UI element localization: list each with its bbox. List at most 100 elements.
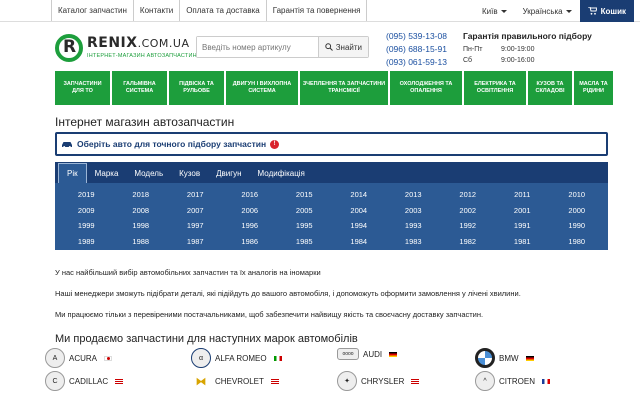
tab-body[interactable]: Кузов (171, 163, 208, 183)
brand-alfa-romeo[interactable]: α ALFA ROMEO (191, 348, 282, 368)
menu-item-cooling[interactable]: Охолодження та опалення (390, 71, 462, 105)
car-icon (62, 142, 72, 148)
chevron-down-icon (500, 9, 507, 13)
year-option[interactable]: 1997 (168, 218, 223, 234)
year-option[interactable]: 1990 (550, 218, 605, 234)
year-option[interactable]: 1984 (332, 234, 387, 250)
year-option[interactable]: 2003 (386, 203, 441, 219)
logo-tagline: ІНТЕРНЕТ-МАГАЗИН АВТОЗАПЧАСТИН (87, 53, 197, 59)
italy-flag-icon (273, 355, 282, 361)
year-option[interactable]: 2015 (277, 187, 332, 203)
brand-bmw[interactable]: BMW (475, 348, 534, 368)
year-option[interactable]: 1996 (223, 218, 278, 234)
citroen-logo-icon: ^ (475, 371, 495, 391)
year-option[interactable]: 2000 (550, 203, 605, 219)
topnav-item-catalog[interactable]: Каталог запчастин (51, 0, 134, 21)
language-label: Українська (522, 6, 563, 16)
usa-flag-icon (115, 378, 124, 384)
year-option[interactable]: 1994 (332, 218, 387, 234)
acura-logo-icon: A (45, 348, 65, 368)
topnav-item-payment[interactable]: Оплата та доставка (180, 0, 267, 21)
logo-mark (55, 34, 83, 62)
year-option[interactable]: 2009 (59, 203, 114, 219)
phone-list: (095) 539-13-08 (096) 688-15-91 (093) 06… (386, 30, 447, 69)
topnav-item-contacts[interactable]: Контакти (134, 0, 181, 21)
year-option[interactable]: 1988 (114, 234, 169, 250)
menu-item-oils[interactable]: Масла та рідини (574, 71, 613, 105)
brand-citroen[interactable]: ^ CITROEN (475, 371, 550, 391)
tab-year[interactable]: Рік (58, 163, 87, 183)
alert-icon: ! (270, 139, 280, 149)
page-title: Інтернет магазин автозапчастин (55, 115, 235, 129)
year-option[interactable]: 1983 (386, 234, 441, 250)
menu-item-suspension[interactable]: Підвіска та рульове (169, 71, 224, 105)
year-option[interactable]: 1993 (386, 218, 441, 234)
cart-label: Кошик (600, 6, 626, 16)
year-option[interactable]: 2002 (441, 203, 496, 219)
tab-model[interactable]: Модель (126, 163, 171, 183)
choose-car-bar[interactable]: Оберіть авто для точного підбору запчаст… (55, 132, 608, 156)
year-option[interactable]: 2010 (550, 187, 605, 203)
year-option[interactable]: 1982 (441, 234, 496, 250)
year-option[interactable]: 2007 (168, 203, 223, 219)
site-logo[interactable]: RENIX.COM.UA ІНТЕРНЕТ-МАГАЗИН АВТОЗАПЧАС… (55, 34, 197, 74)
year-option[interactable]: 2012 (441, 187, 496, 203)
year-option[interactable]: 1980 (550, 234, 605, 250)
chrysler-logo-icon: ✦ (337, 371, 357, 391)
year-option[interactable]: 2006 (223, 203, 278, 219)
year-option[interactable]: 2008 (114, 203, 169, 219)
year-option[interactable]: 2011 (495, 187, 550, 203)
japan-flag-icon (104, 355, 113, 361)
brand-audi[interactable]: oooo AUDI (337, 348, 398, 360)
year-option[interactable]: 1991 (495, 218, 550, 234)
year-option[interactable]: 1987 (168, 234, 223, 250)
year-option[interactable]: 1992 (441, 218, 496, 234)
cart-button[interactable]: Кошик (579, 0, 634, 22)
tab-modification[interactable]: Модифікація (250, 163, 313, 183)
year-option[interactable]: 2018 (114, 187, 169, 203)
search-input[interactable] (197, 37, 318, 57)
year-option[interactable]: 1985 (277, 234, 332, 250)
topnav-item-guarantee[interactable]: Гарантія та повернення (267, 0, 368, 21)
year-option[interactable]: 2014 (332, 187, 387, 203)
top-right: Київ Українська Кошик (474, 0, 634, 22)
brand-chrysler[interactable]: ✦ CHRYSLER (337, 371, 420, 391)
top-bar: Каталог запчастин Контакти Оплата та дос… (0, 0, 640, 22)
brand-chevrolet[interactable]: ⧓ CHEVROLET (191, 371, 279, 391)
menu-item-maintenance[interactable]: Запчастини для ТО (55, 71, 110, 105)
year-option[interactable]: 1999 (59, 218, 114, 234)
car-picker: Оберіть авто для точного підбору запчаст… (55, 132, 608, 259)
year-option[interactable]: 2013 (386, 187, 441, 203)
phone-number[interactable]: (093) 061-59-13 (386, 56, 447, 69)
city-dropdown[interactable]: Київ (474, 7, 515, 16)
phone-number[interactable]: (095) 539-13-08 (386, 30, 447, 43)
year-option[interactable]: 2001 (495, 203, 550, 219)
france-flag-icon (542, 378, 550, 384)
year-option[interactable]: 2004 (332, 203, 387, 219)
menu-item-body[interactable]: Кузов та складові (528, 71, 572, 105)
year-option[interactable]: 1998 (114, 218, 169, 234)
year-option[interactable]: 2016 (223, 187, 278, 203)
menu-item-transmission[interactable]: Зчеплення та запчастини трансмісії (300, 71, 388, 105)
menu-item-brakes[interactable]: Гальмівна система (112, 71, 167, 105)
tab-engine[interactable]: Двигун (208, 163, 249, 183)
tab-make[interactable]: Марка (87, 163, 127, 183)
menu-item-engine[interactable]: Двигун і вихлопна система (226, 71, 298, 105)
year-option[interactable]: 2019 (59, 187, 114, 203)
brand-cadillac[interactable]: C CADILLAC (45, 371, 124, 391)
year-option[interactable]: 1986 (223, 234, 278, 250)
guarantee-title: Гарантія правильного підбору (463, 31, 592, 41)
year-option[interactable]: 2005 (277, 203, 332, 219)
year-option[interactable]: 2017 (168, 187, 223, 203)
phone-number[interactable]: (096) 688-15-91 (386, 43, 447, 56)
year-option[interactable]: 1981 (495, 234, 550, 250)
language-dropdown[interactable]: Українська (515, 7, 580, 16)
brand-acura[interactable]: A ACURA (45, 348, 113, 368)
year-option[interactable]: 1989 (59, 234, 114, 250)
menu-item-electrics[interactable]: Електрика та освітлення (464, 71, 526, 105)
germany-flag-icon (389, 351, 398, 357)
guarantee-block: Гарантія правильного підбору Пн-Пт 9:00-1… (463, 31, 592, 66)
search-button[interactable]: Знайти (317, 37, 368, 57)
year-option[interactable]: 1995 (277, 218, 332, 234)
cart-icon (587, 7, 597, 15)
